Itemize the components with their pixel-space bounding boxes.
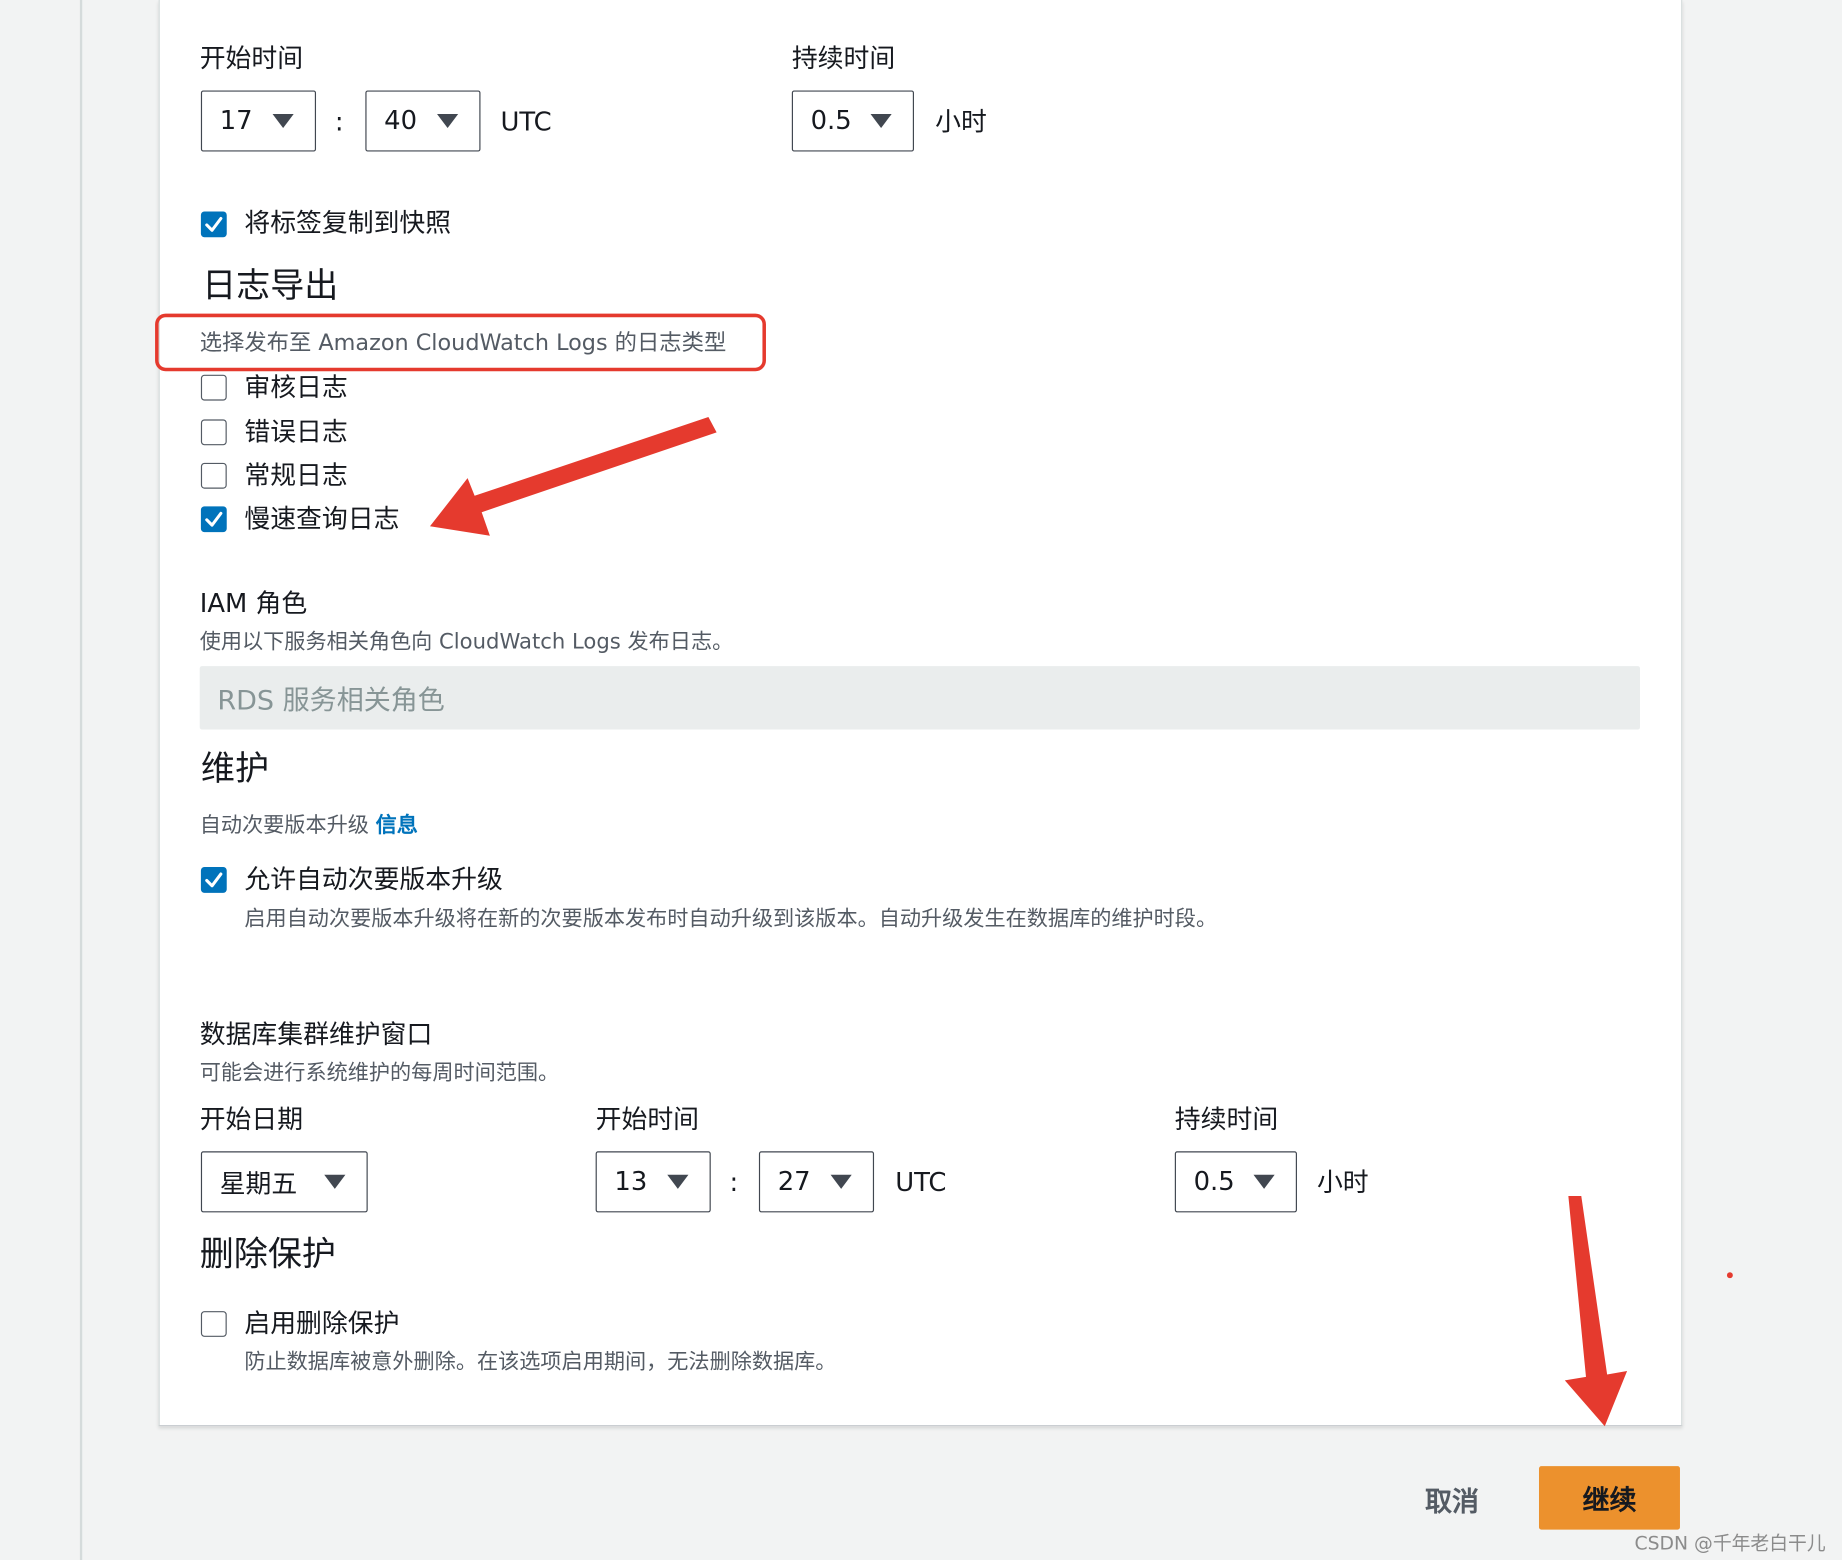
- annotation-arrow-log: [429, 417, 717, 536]
- annotation-arrow-continue: [1564, 1195, 1628, 1427]
- annotation-arrows: [429, 417, 1628, 1427]
- watermark-text: CSDN @千年老白干儿: [1634, 1531, 1826, 1555]
- annotation-dot: [1726, 1272, 1733, 1279]
